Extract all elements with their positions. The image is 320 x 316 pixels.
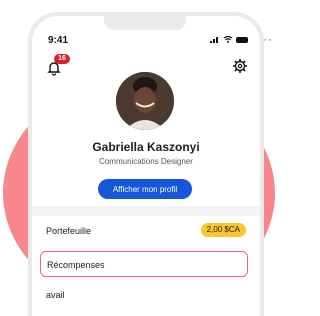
signal-icon — [210, 35, 220, 45]
work-label[interactable]: avail — [46, 290, 65, 300]
status-time: 9:41 — [48, 35, 69, 46]
rewards-label: Récompenses — [47, 260, 105, 270]
notification-badge: 16 — [54, 54, 70, 64]
battery-icon — [236, 37, 248, 43]
profile-name: Gabriella Kaszonyi — [92, 140, 200, 154]
rewards-row[interactable]: Récompenses — [40, 251, 248, 277]
wallet-amount-badge: 2,00 $CA — [200, 223, 246, 237]
view-profile-button[interactable]: Afficher mon profil — [98, 179, 192, 199]
wallet-label: Portefeuille — [46, 226, 92, 236]
app-screen: 9:41 16 Gabriella Kaszonyi Communication… — [32, 16, 260, 316]
section-divider — [32, 206, 260, 216]
status-icons — [210, 35, 248, 45]
gear-icon[interactable] — [232, 58, 248, 74]
phone-notch — [104, 16, 186, 30]
profile-role: Communications Designer — [99, 157, 193, 166]
phone-frame: 9:41 16 Gabriella Kaszonyi Communication… — [28, 12, 264, 316]
avatar[interactable] — [116, 72, 174, 130]
wifi-icon — [223, 35, 233, 45]
